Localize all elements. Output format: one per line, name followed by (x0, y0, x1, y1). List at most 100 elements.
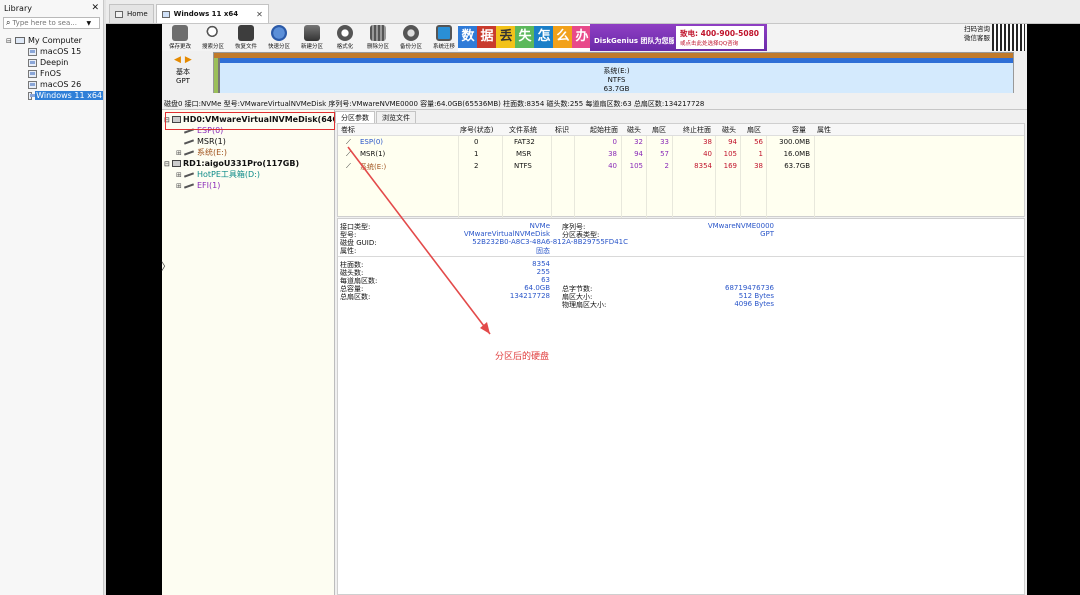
quick-partition-button[interactable]: 快速分区 (263, 25, 295, 50)
advertisement-banner[interactable]: 数 据 丢 失 怎 么 办 DiskGenius 团队为您服务 致电: 400-… (458, 24, 767, 51)
recover-files-button[interactable]: 恢复文件 (230, 25, 262, 50)
partition-icon: ⟋ (346, 150, 351, 158)
new-partition-icon (304, 25, 320, 41)
collapse-icon[interactable]: ⊟ (164, 160, 172, 168)
disk-icon (172, 160, 181, 167)
tab-partition-params[interactable]: 分区参数 (335, 111, 375, 123)
toolbar: 保存更改 搜索分区 恢复文件 快速分区 新建分区 格式化 删除分区 备份分区 系… (162, 24, 1027, 51)
partition-table: 卷标 序号(状态) 文件系统 标识 起始柱面 磁头 扇区 终止柱面 磁头 扇区 … (337, 123, 1025, 218)
home-icon (115, 10, 123, 18)
tab-windows-11[interactable]: Windows 11 x64 ✕ (155, 4, 269, 23)
partition-icon (183, 171, 195, 178)
delete-partition-button[interactable]: 删除分区 (362, 25, 394, 50)
ad-char: 数 (458, 26, 478, 48)
expand-icon[interactable]: ⊞ (176, 149, 184, 157)
partition-icon: ⟋ (346, 162, 351, 170)
expand-icon[interactable]: ⊞ (176, 182, 184, 190)
table-row[interactable]: ⟋ MSR(1) 1 MSR 38 94 57 40 105 1 16.0MB (338, 149, 1024, 161)
vm-icon (28, 47, 37, 56)
annotation-highlight-box (165, 112, 335, 130)
chevron-down-icon[interactable]: ▼ (86, 20, 91, 27)
next-disk-icon[interactable]: ▶ (185, 55, 192, 65)
vm-icon (28, 69, 37, 78)
collapse-icon[interactable]: ⊟ (6, 37, 13, 45)
ad-brand-name: DiskGenius 团队为您服务 (594, 37, 674, 45)
disk-type: 基本 GPT (176, 68, 190, 85)
tree-item-vm[interactable]: FnOS (0, 68, 103, 79)
diskgenius-window: 保存更改 搜索分区 恢复文件 快速分区 新建分区 格式化 删除分区 备份分区 系… (162, 24, 1027, 595)
ad-char: 怎 (534, 26, 554, 48)
partition-icon (183, 182, 195, 189)
library-title: Library (4, 3, 32, 13)
backup-partition-button[interactable]: 备份分区 (395, 25, 427, 50)
tree-item-vm[interactable]: macOS 15 (0, 46, 103, 57)
qr-code-image[interactable] (992, 24, 1025, 51)
new-partition-button[interactable]: 新建分区 (296, 25, 328, 50)
partition-panel: 分区参数 浏览文件 卷标 序号(状态) 文件系统 标识 起始柱面 磁头 扇区 终… (335, 110, 1027, 595)
library-sidebar: Library ✕ ⌕ ▼ ⊟ My Computer macOS 15 Dee… (0, 0, 104, 595)
ad-char: 丢 (496, 26, 516, 48)
ad-contact: 致电: 400-900-5080 或点击此处选择QQ咨询 (676, 26, 764, 49)
disk-details: 接口类型: NVMe 序列号: VMwareNVME0000 型号: VMwar… (337, 218, 1025, 595)
cursor-edge-icon: 〉 (161, 262, 171, 273)
partition-bar[interactable]: 系统(E:) NTFS 63.7GB (213, 52, 1014, 93)
computer-icon (15, 37, 25, 44)
tree-item-vm[interactable]: Deepin (0, 57, 103, 68)
disk-tree: ⊟ HD0:VMwareVirtualNVMeDisk(64GB) ESP(0)… (162, 110, 349, 595)
search-partition-button[interactable]: 搜索分区 (197, 25, 229, 50)
save-icon (172, 25, 188, 41)
tree-item-vm-selected[interactable]: Windows 11 x64 (0, 90, 103, 101)
expand-icon[interactable]: ⊞ (176, 171, 184, 179)
vm-icon (28, 80, 37, 89)
search-input[interactable] (12, 19, 87, 27)
tree-item-vm[interactable]: macOS 26 (0, 79, 103, 90)
table-row[interactable]: ⟋ 系统(E:) 2 NTFS 40 105 2 8354 169 38 63.… (338, 161, 1024, 173)
table-row[interactable]: ⟋ ESP(0) 0 FAT32 0 32 33 38 94 56 300.0M… (338, 137, 1024, 149)
recover-icon (238, 25, 254, 41)
prev-disk-icon[interactable]: ◀ (174, 55, 181, 65)
tree-disk-rd1[interactable]: ⊟ RD1:aigoU331Pro(117GB) (164, 158, 299, 169)
annotation-label: 分区后的硬盘 (495, 352, 550, 362)
tab-browse-files[interactable]: 浏览文件 (376, 111, 416, 123)
tree-partition-system[interactable]: ⊞ 系统(E:) (176, 147, 227, 158)
vm-tree: ⊟ My Computer macOS 15 Deepin FnOS macOS… (0, 35, 103, 101)
table-header: 卷标 序号(状态) 文件系统 标识 起始柱面 磁头 扇区 终止柱面 磁头 扇区 … (338, 124, 1024, 136)
partition-seg-system[interactable]: 系统(E:) NTFS 63.7GB (220, 58, 1013, 93)
partition-icon (183, 149, 195, 156)
tree-partition-msr[interactable]: MSR(1) (183, 136, 226, 147)
disk-map: ◀ ▶ 基本 GPT 系统(E:) NTFS 63.7GB (162, 51, 1027, 97)
disk-info-line: 磁盘0 接口:NVMe 型号:VMwareVirtualNVMeDisk 序列号… (162, 98, 1027, 110)
monitor-icon (436, 25, 452, 41)
screen: Library ✕ ⌕ ▼ ⊟ My Computer macOS 15 Dee… (0, 0, 1080, 595)
format-icon (337, 25, 353, 41)
tree-partition-efi[interactable]: ⊞ EFI(1) (176, 180, 220, 191)
partition-seg-label: 系统(E:) NTFS 63.7GB (603, 67, 630, 93)
trash-icon (370, 25, 386, 41)
tab-bar: Home Windows 11 x64 ✕ (106, 0, 1080, 24)
vm-display[interactable]: 保存更改 搜索分区 恢复文件 快速分区 新建分区 格式化 删除分区 备份分区 系… (106, 24, 1080, 595)
vm-icon (161, 10, 170, 18)
ad-char: 据 (477, 26, 497, 48)
format-button[interactable]: 格式化 (329, 25, 361, 50)
qr-caption: 扫码咨询 微信客服 (964, 25, 990, 42)
ad-char: 么 (553, 26, 573, 48)
vm-icon (28, 58, 37, 67)
panel-tabs: 分区参数 浏览文件 (335, 111, 417, 123)
ad-char: 失 (515, 26, 535, 48)
tree-partition-hotpe[interactable]: ⊞ HotPE工具箱(D:) (176, 169, 260, 180)
search-icon: ⌕ (6, 18, 11, 27)
close-icon[interactable]: ✕ (256, 10, 263, 19)
partition-icon (183, 138, 195, 145)
close-icon[interactable]: ✕ (91, 3, 99, 13)
disk-nav: ◀ ▶ (174, 55, 196, 65)
system-migration-button[interactable]: 系统迁移 (428, 25, 460, 50)
magnifier-icon (205, 25, 221, 41)
tab-home[interactable]: Home (109, 4, 154, 23)
library-search[interactable]: ⌕ ▼ (3, 17, 100, 29)
tree-item-my-computer[interactable]: ⊟ My Computer (0, 35, 103, 46)
vm-icon (28, 91, 36, 100)
partition-icon: ⟋ (346, 138, 351, 146)
ad-char: 办 (572, 26, 592, 48)
backup-icon (403, 25, 419, 41)
save-button[interactable]: 保存更改 (164, 25, 196, 50)
